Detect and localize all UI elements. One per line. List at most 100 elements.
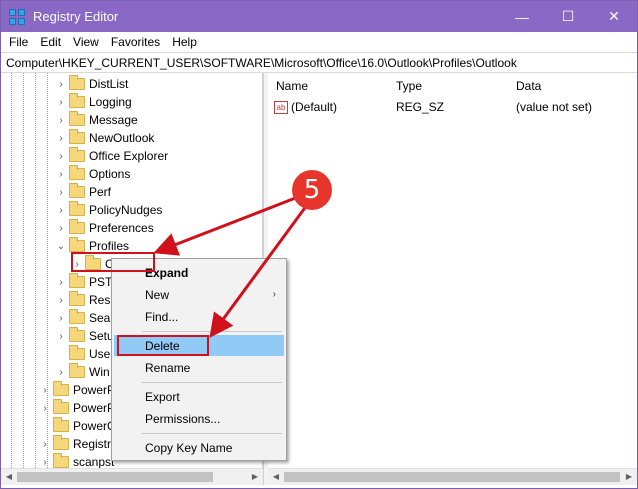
expand-chevron-icon[interactable]: › <box>55 187 67 198</box>
expand-chevron-icon[interactable]: › <box>55 277 67 288</box>
expand-chevron-icon[interactable]: › <box>55 313 67 324</box>
folder-icon <box>69 93 85 108</box>
column-header-type[interactable]: Type <box>396 79 422 93</box>
folder-icon <box>53 381 69 396</box>
expand-chevron-icon[interactable]: › <box>39 385 51 396</box>
tree-item-perf[interactable]: › Perf <box>55 183 111 201</box>
scroll-left-icon[interactable]: ◀ <box>269 470 283 484</box>
tree-item-office-explorer[interactable]: › Office Explorer <box>55 147 168 165</box>
tree-item-label: Logging <box>89 95 132 109</box>
folder-icon <box>69 75 85 90</box>
tree-horizontal-scrollbar[interactable]: ◀ ▶ <box>1 468 263 485</box>
tree-item-label: Office Explorer <box>89 149 169 163</box>
expand-chevron-icon[interactable]: › <box>55 205 67 216</box>
expand-chevron-icon[interactable]: › <box>55 295 67 306</box>
value-row[interactable]: ab (Default) <box>274 100 337 114</box>
expand-chevron-icon[interactable]: › <box>39 403 51 414</box>
address-bar[interactable]: Computer\HKEY_CURRENT_USER\SOFTWARE\Micr… <box>1 52 637 73</box>
tree-item-label: Preferences <box>89 221 154 235</box>
submenu-arrow-icon: › <box>272 289 276 300</box>
expand-chevron-icon[interactable]: › <box>39 439 51 450</box>
tree-item-label: Setu <box>89 329 114 343</box>
close-button[interactable]: ✕ <box>591 1 637 32</box>
tree-item-message[interactable]: › Message <box>55 111 138 129</box>
tree-item-label: Options <box>89 167 131 181</box>
menu-item-permissions[interactable]: Permissions... <box>112 408 286 429</box>
tree-item-distlist[interactable]: › DistList <box>55 75 128 93</box>
menu-bar: File Edit View Favorites Help <box>1 32 637 52</box>
tree-item-label: Win <box>89 365 110 379</box>
tree-item-powerq[interactable]: PowerQ <box>39 417 116 435</box>
folder-icon <box>69 309 85 324</box>
maximize-button[interactable]: ☐ <box>545 1 591 32</box>
folder-icon <box>69 291 85 306</box>
folder-icon <box>69 129 85 144</box>
folder-icon <box>53 399 69 414</box>
tree-item-newoutlook[interactable]: › NewOutlook <box>55 129 154 147</box>
scrollbar-thumb[interactable] <box>284 472 620 482</box>
column-header-data[interactable]: Data <box>516 79 541 93</box>
value-data: (value not set) <box>516 100 593 114</box>
column-header-name[interactable]: Name <box>276 79 308 93</box>
expand-chevron-icon[interactable]: › <box>55 169 67 180</box>
tree-item-options[interactable]: › Options <box>55 165 130 183</box>
tree-item-pst[interactable]: › PST <box>55 273 112 291</box>
menu-help[interactable]: Help <box>166 35 203 49</box>
menu-item-new[interactable]: New › <box>112 284 286 305</box>
expand-chevron-icon[interactable]: › <box>55 223 67 234</box>
expand-chevron-icon[interactable]: › <box>55 79 67 90</box>
collapse-chevron-icon[interactable]: ⌄ <box>55 241 67 252</box>
tree-item-powerp-2[interactable]: › PowerP <box>39 399 115 417</box>
tree-item-scanpst[interactable]: › scanpst <box>39 453 114 468</box>
highlight-box-profile-key <box>71 252 155 272</box>
tree-item-registra[interactable]: › Registra <box>39 435 118 453</box>
tree-item-resi[interactable]: › Resi <box>55 291 113 309</box>
highlight-box-delete <box>117 335 209 356</box>
menu-separator <box>142 433 282 434</box>
expand-chevron-icon[interactable]: › <box>55 115 67 126</box>
value-type: REG_SZ <box>396 100 445 114</box>
tree-item-label: scanpst <box>73 455 115 468</box>
menu-item-find[interactable]: Find... <box>112 306 286 327</box>
value-name: (Default) <box>291 100 338 114</box>
registry-editor-icon <box>9 8 25 25</box>
tree-item-label: PST <box>89 275 113 289</box>
folder-icon <box>53 453 69 468</box>
expand-chevron-icon[interactable]: › <box>55 133 67 144</box>
tree-item-sear[interactable]: › Sear <box>55 309 114 327</box>
tree-item-label: PowerP <box>73 383 116 397</box>
scroll-left-icon[interactable]: ◀ <box>2 470 16 484</box>
title-bar[interactable]: Registry Editor — ☐ ✕ <box>1 1 637 32</box>
menu-favorites[interactable]: Favorites <box>105 35 166 49</box>
menu-item-export[interactable]: Export <box>112 386 286 407</box>
tree-item-setu[interactable]: › Setu <box>55 327 114 345</box>
expand-chevron-icon[interactable]: › <box>55 151 67 162</box>
expand-chevron-icon[interactable]: › <box>55 367 67 378</box>
tree-item-policynudges[interactable]: › PolicyNudges <box>55 201 162 219</box>
tree-item-win[interactable]: › Win <box>55 363 110 381</box>
scroll-right-icon[interactable]: ▶ <box>248 470 262 484</box>
menu-separator <box>142 382 282 383</box>
expand-chevron-icon[interactable]: › <box>55 97 67 108</box>
folder-icon <box>69 237 85 252</box>
tree-item-logging[interactable]: › Logging <box>55 93 132 111</box>
tree-item-powerp-1[interactable]: › PowerP <box>39 381 115 399</box>
tree-item-user[interactable]: User <box>55 345 114 363</box>
context-menu: Expand New › Find... Delete Rename Expor… <box>111 258 287 461</box>
scroll-right-icon[interactable]: ▶ <box>622 470 636 484</box>
expand-chevron-icon[interactable]: › <box>55 331 67 342</box>
menu-item-rename[interactable]: Rename <box>112 357 286 378</box>
expand-chevron-icon[interactable]: › <box>39 457 51 468</box>
menu-edit[interactable]: Edit <box>34 35 67 49</box>
scrollbar-thumb[interactable] <box>17 472 213 482</box>
menu-file[interactable]: File <box>3 35 34 49</box>
menu-view[interactable]: View <box>67 35 105 49</box>
minimize-button[interactable]: — <box>499 1 545 32</box>
folder-icon <box>69 201 85 216</box>
values-horizontal-scrollbar[interactable]: ◀ ▶ <box>268 468 637 485</box>
menu-item-copy-key-name[interactable]: Copy Key Name <box>112 437 286 458</box>
values-pane[interactable]: Name Type Data ab (Default) REG_SZ (valu… <box>268 73 637 468</box>
folder-icon <box>69 165 85 180</box>
tree-item-preferences[interactable]: › Preferences <box>55 219 154 237</box>
registry-editor-window: Registry Editor — ☐ ✕ File Edit View Fav… <box>0 0 638 489</box>
